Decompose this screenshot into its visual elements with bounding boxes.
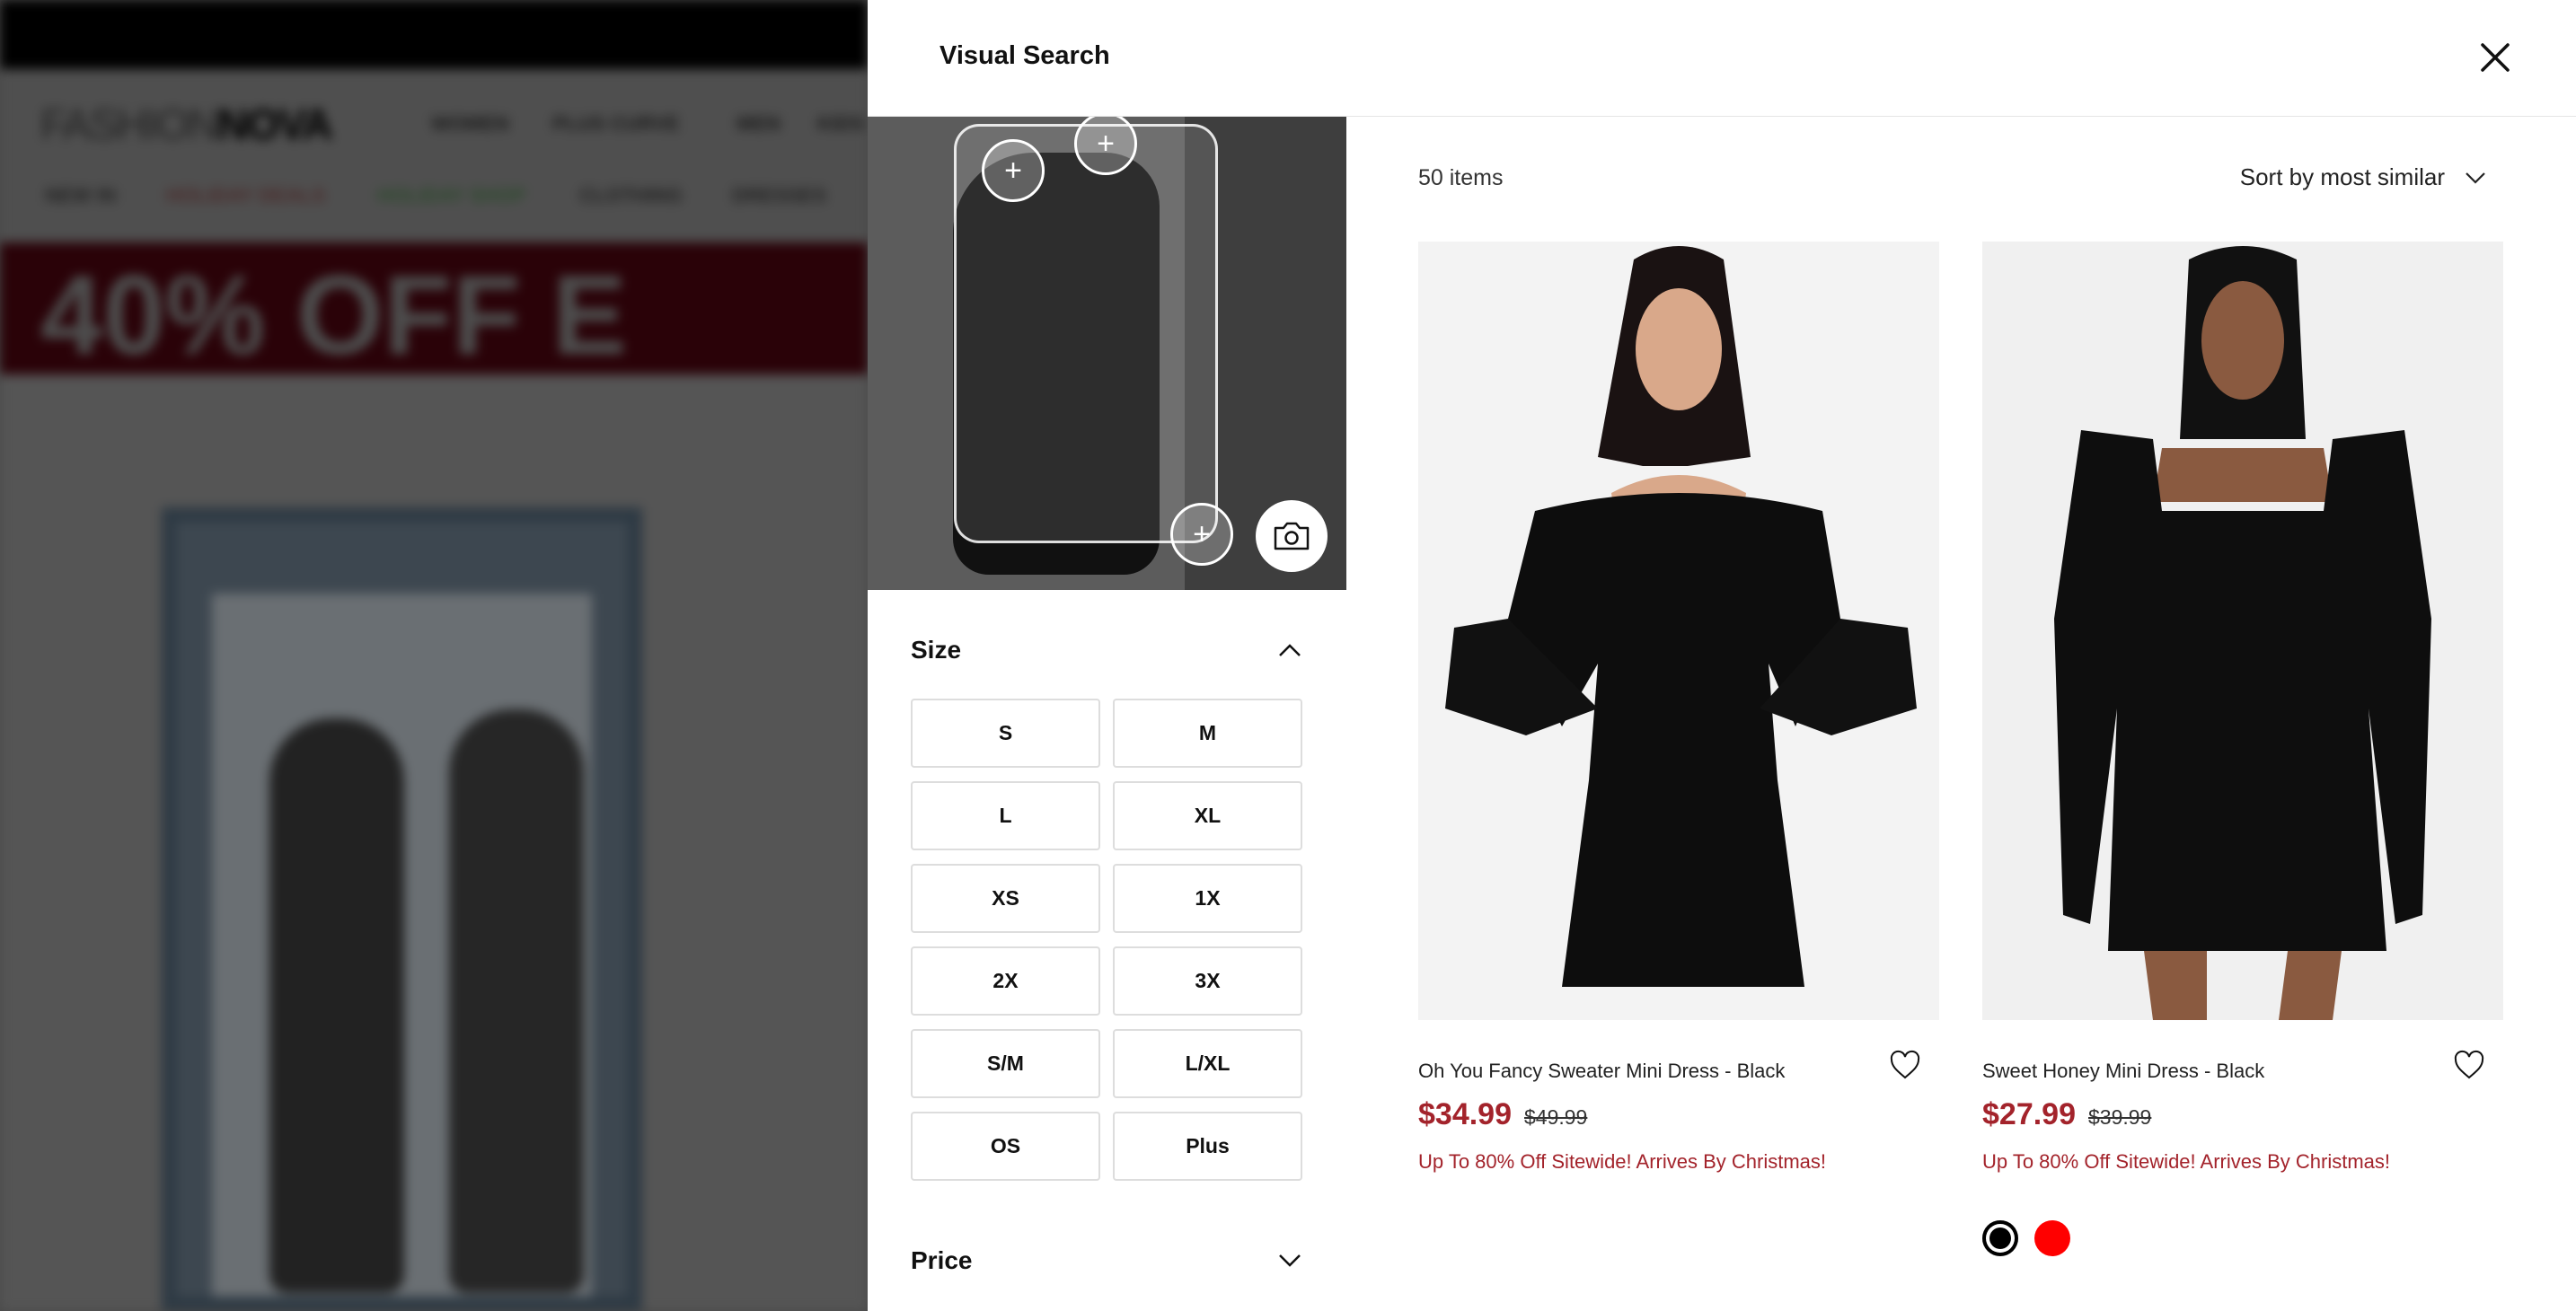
size-option[interactable]: XL xyxy=(1113,781,1302,850)
product-card[interactable]: Sweet Honey Mini Dress - Black $27.99 $3… xyxy=(1982,242,2503,1256)
product-name[interactable]: Sweet Honey Mini Dress - Black xyxy=(1982,1060,2503,1083)
product-card[interactable]: Oh You Fancy Sweater Mini Dress - Black … xyxy=(1418,242,1939,1174)
camera-icon xyxy=(1274,522,1310,550)
size-option[interactable]: OS xyxy=(911,1112,1100,1181)
chevron-down-icon xyxy=(1279,1254,1301,1267)
size-option[interactable]: 1X xyxy=(1113,864,1302,933)
chevron-up-icon xyxy=(1279,644,1301,656)
size-option[interactable]: Plus xyxy=(1113,1112,1302,1181)
background-page: FASHIONNOVA WOMEN PLUS CURVE MEN KIDS NE… xyxy=(0,0,868,1311)
original-price: $49.99 xyxy=(1524,1105,1588,1129)
promo-text: Up To 80% Off Sitewide! Arrives By Chris… xyxy=(1982,1150,2391,1173)
color-swatch[interactable] xyxy=(2034,1220,2070,1256)
panel-title: Visual Search xyxy=(940,41,1110,70)
price-filter-header[interactable]: Price xyxy=(911,1221,1302,1300)
heart-icon[interactable] xyxy=(1889,1050,1921,1082)
size-option[interactable]: L xyxy=(911,781,1100,850)
subnav-item: HOLIDAY DEALS xyxy=(166,184,326,207)
heart-icon[interactable] xyxy=(2453,1050,2485,1082)
search-image-preview[interactable]: + + + xyxy=(868,117,1346,590)
size-filter: Size S M L XL XS 1X 2X 3X S/M L/XL OS Plus xyxy=(911,611,1302,1181)
results-count: 50 items xyxy=(1418,165,1504,190)
color-swatches xyxy=(1982,1220,2503,1256)
size-option[interactable]: M xyxy=(1113,699,1302,768)
subnav-item: DRESSES xyxy=(732,184,827,207)
size-option[interactable]: S/M xyxy=(911,1029,1100,1098)
camera-button[interactable] xyxy=(1256,500,1328,572)
product-image[interactable] xyxy=(1982,242,2503,1020)
crop-handle-top-left[interactable]: + xyxy=(982,139,1045,202)
crop-handle-bottom-right[interactable]: + xyxy=(1170,503,1233,566)
price-filter: Price xyxy=(911,1221,1302,1300)
visual-search-panel: Visual Search + + + Size S M L XL XS 1X 2X 3X S/… xyxy=(868,0,2576,1311)
product-image[interactable] xyxy=(1418,242,1939,1020)
size-option[interactable]: 3X xyxy=(1113,946,1302,1016)
original-price: $39.99 xyxy=(2088,1105,2152,1129)
site-header: FASHIONNOVA xyxy=(0,69,868,242)
nav-item: PLUS CURVE xyxy=(552,112,680,135)
size-filter-header[interactable]: Size xyxy=(911,611,1302,690)
size-option[interactable]: XS xyxy=(911,864,1100,933)
nav-item: MEN xyxy=(737,112,781,135)
subnav-item: CLOTHING xyxy=(579,184,683,207)
sale-price: $27.99 xyxy=(1982,1097,2076,1131)
panel-header: Visual Search xyxy=(868,0,2576,117)
sale-price: $34.99 xyxy=(1418,1097,1512,1131)
chevron-down-icon xyxy=(2466,172,2485,184)
close-icon[interactable] xyxy=(2475,38,2515,77)
subnav-item: HOLIDAY SHOP xyxy=(377,184,526,207)
size-option[interactable]: L/XL xyxy=(1113,1029,1302,1098)
sort-dropdown[interactable]: Sort by most similar xyxy=(2240,163,2486,191)
logo: FASHIONNOVA xyxy=(40,101,333,149)
product-name[interactable]: Oh You Fancy Sweater Mini Dress - Black xyxy=(1418,1060,1939,1083)
nav-item: WOMEN xyxy=(431,112,509,135)
size-option[interactable]: 2X xyxy=(911,946,1100,1016)
promo-banner: 40% OFF E xyxy=(0,242,868,378)
color-swatch[interactable] xyxy=(1982,1220,2018,1256)
promo-text: Up To 80% Off Sitewide! Arrives By Chris… xyxy=(1418,1150,1827,1173)
top-bar xyxy=(0,0,868,69)
subnav-item: NEW IN xyxy=(45,184,117,207)
size-option[interactable]: S xyxy=(911,699,1100,768)
nav-item: KIDS xyxy=(817,112,865,135)
